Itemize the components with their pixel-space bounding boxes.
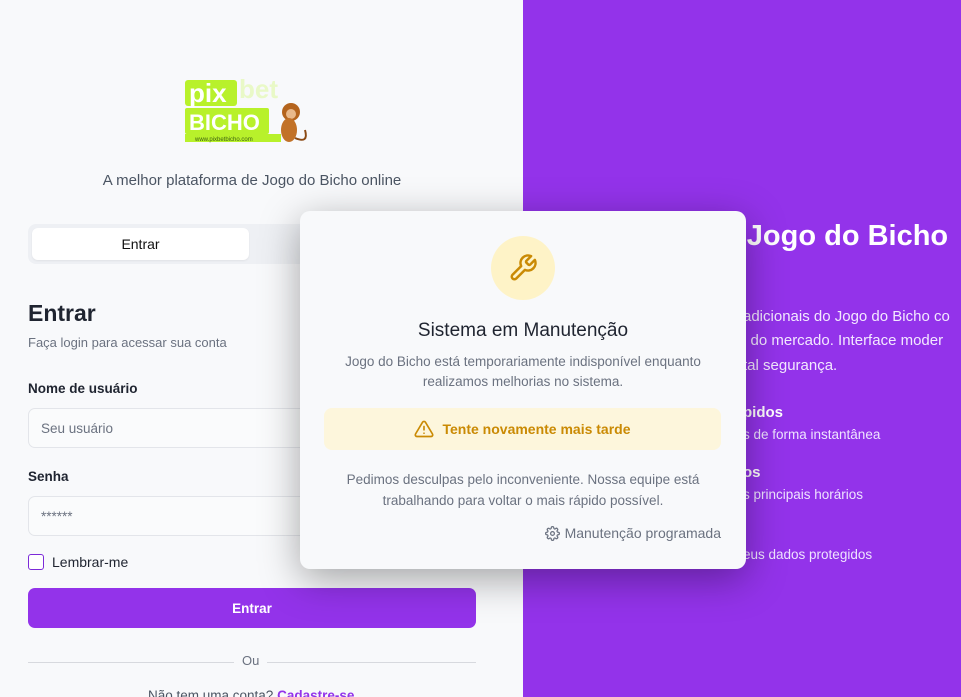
- retry-alert: Tente novamente mais tarde: [324, 408, 721, 450]
- scheduled-maintenance-note: Manutenção programada: [544, 525, 721, 541]
- gear-icon: [544, 525, 560, 541]
- warning-icon: [414, 420, 434, 438]
- footer-text: Manutenção programada: [564, 525, 721, 541]
- modal-apology: Pedimos desculpas pelo inconveniente. No…: [346, 472, 700, 508]
- modal-description: Jogo do Bicho está temporariamente indis…: [345, 354, 701, 389]
- alert-text: Tente novamente mais tarde: [442, 421, 631, 437]
- wrench-icon: [510, 254, 537, 281]
- wrench-icon-circle: [491, 236, 555, 300]
- maintenance-modal: Sistema em Manutenção Jogo do Bicho está…: [300, 211, 746, 569]
- modal-title: Sistema em Manutenção: [417, 320, 629, 341]
